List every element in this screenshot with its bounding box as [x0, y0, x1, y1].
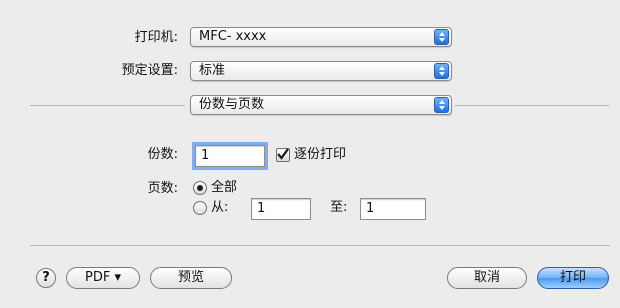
section-divider-right: [455, 105, 609, 106]
pages-from-value: 1: [257, 201, 266, 216]
pages-to-value: 1: [366, 201, 375, 216]
copies-label: 份数:: [147, 147, 178, 162]
presets-value: 标准: [199, 63, 226, 78]
pages-all-radio[interactable]: [193, 181, 207, 195]
up-down-arrows-icon: [434, 97, 449, 113]
pages-to-label: 至:: [330, 200, 348, 215]
preview-button[interactable]: 预览: [150, 267, 232, 289]
help-button[interactable]: ?: [36, 268, 56, 288]
pages-from-field[interactable]: 1: [251, 198, 311, 220]
collate-label: 逐份打印: [294, 147, 347, 162]
section-popup[interactable]: 份数与页数: [190, 95, 452, 115]
pdf-menu-button[interactable]: PDF ▾: [66, 267, 140, 289]
presets-label: 预定设置:: [121, 63, 178, 78]
collate-checkbox[interactable]: [276, 148, 290, 162]
pages-to-field[interactable]: 1: [360, 198, 426, 220]
bottom-divider: [30, 245, 610, 246]
presets-popup[interactable]: 标准: [190, 61, 452, 81]
pages-from-label: 从:: [211, 200, 229, 215]
copies-field[interactable]: 1: [192, 142, 268, 170]
printer-value: MFC- xxxx: [199, 29, 267, 44]
printer-label: 打印机:: [134, 30, 178, 45]
printer-popup[interactable]: MFC- xxxx: [190, 27, 452, 47]
print-button[interactable]: 打印: [537, 267, 609, 289]
copies-value: 1: [201, 148, 210, 163]
cancel-button[interactable]: 取消: [447, 267, 527, 289]
section-value: 份数与页数: [199, 97, 265, 112]
section-divider-left: [30, 105, 185, 106]
checkmark-icon: [277, 148, 289, 160]
pages-all-label: 全部: [211, 180, 238, 195]
pages-label: 页数:: [147, 181, 178, 196]
pages-range-radio[interactable]: [193, 201, 207, 215]
up-down-arrows-icon: [434, 63, 449, 79]
up-down-arrows-icon: [434, 29, 449, 45]
